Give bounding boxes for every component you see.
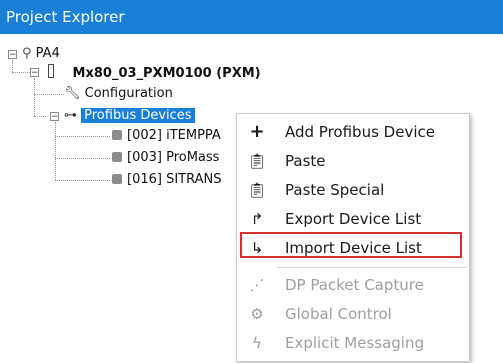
context-menu: + Add Profibus Device 📋︎ Paste 📋︎ Paste …: [236, 113, 470, 362]
tree-node-configuration[interactable]: 🔧︎ Configuration: [64, 85, 173, 103]
menu-item-label: Paste Special: [285, 181, 385, 199]
menu-item-label: Add Profibus Device: [285, 123, 435, 141]
global-control-icon: ⚙: [250, 305, 264, 323]
menu-item-label: DP Packet Capture: [285, 276, 424, 294]
tree-connector: [34, 116, 46, 117]
tree-node-child-label: [003] ProMass: [127, 150, 220, 165]
capture-icon: ⋰: [249, 276, 265, 294]
device-status-icon: [112, 152, 122, 162]
tree-node-root-label: PA4: [35, 46, 60, 61]
tree-node-root[interactable]: ⚲ PA4: [22, 45, 60, 63]
device-icon: [48, 64, 54, 78]
tree-node-child[interactable]: [002] iTEMPPA: [112, 127, 221, 145]
tree-node-configuration-label: Configuration: [84, 86, 173, 101]
tree-connector: [55, 180, 110, 181]
menu-item-label: Explicit Messaging: [285, 334, 424, 352]
device-status-icon: [112, 174, 122, 184]
tree-node-profibus[interactable]: ⊶ Profibus Devices: [64, 107, 195, 125]
tree-node-device-label: Mx80_03_PXM0100 (PXM): [72, 66, 261, 81]
menu-item-label: Paste: [285, 152, 326, 170]
menu-item-export-device-list[interactable]: ↱ Export Device List: [237, 205, 469, 233]
menu-separator: [277, 267, 467, 268]
paste-special-icon: 📋︎: [247, 181, 267, 199]
network-icon: ⚲: [22, 46, 32, 61]
paste-icon: 📋︎: [247, 152, 267, 170]
collapse-toggle-root[interactable]: −: [8, 50, 17, 60]
tree-connector: [55, 158, 110, 159]
tree-node-child[interactable]: [003] ProMass: [112, 149, 219, 167]
export-icon: ↱: [250, 210, 264, 228]
menu-item-paste-special[interactable]: 📋︎ Paste Special: [237, 176, 469, 204]
bus-icon: ⊶: [64, 108, 77, 123]
menu-item-label: Export Device List: [285, 210, 422, 228]
collapse-toggle-device[interactable]: −: [30, 68, 39, 78]
tree-connector: [55, 122, 56, 180]
tree-connector: [34, 94, 64, 95]
messaging-icon: ϟ: [252, 334, 262, 352]
import-highlight-box: [240, 232, 462, 258]
tree-node-device[interactable]: Mx80_03_PXM0100 (PXM): [46, 64, 261, 83]
tree-connector: [55, 136, 110, 137]
tree-node-child[interactable]: [016] SITRANS: [112, 171, 222, 189]
collapse-toggle-profibus[interactable]: −: [50, 112, 59, 122]
tree-node-child-label: [016] SITRANS: [127, 172, 222, 187]
panel-title: Project Explorer: [0, 0, 503, 34]
menu-item-add-profibus-device[interactable]: + Add Profibus Device: [237, 118, 469, 146]
menu-item-paste[interactable]: 📋︎ Paste: [237, 147, 469, 175]
wrench-icon: 🔧︎: [64, 86, 81, 101]
tree-connector: [12, 60, 13, 72]
plus-icon: +: [249, 121, 265, 142]
tree-node-child-label: [002] iTEMPPA: [127, 128, 221, 143]
device-status-icon: [112, 130, 122, 140]
menu-item-explicit-messaging[interactable]: ϟ Explicit Messaging: [237, 329, 469, 357]
tree-connector: [34, 78, 35, 116]
menu-item-label: Global Control: [285, 305, 392, 323]
menu-item-global-control[interactable]: ⚙ Global Control: [237, 300, 469, 328]
tree-node-profibus-label: Profibus Devices: [81, 108, 195, 123]
menu-item-dp-packet-capture[interactable]: ⋰ DP Packet Capture: [237, 271, 469, 299]
